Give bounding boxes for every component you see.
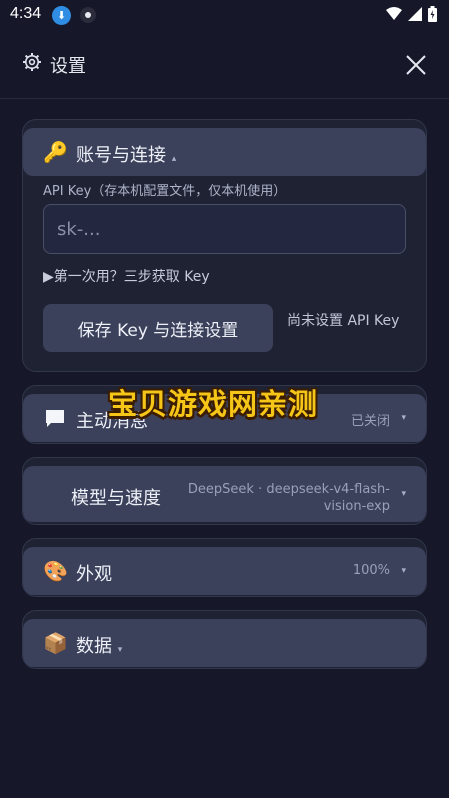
account-connection-section: 🔑 账号与连接 ▴ API Key（存本机配置文件，仅本机使用） ▶第一次用？三… bbox=[22, 119, 427, 372]
record-icon bbox=[80, 7, 96, 23]
save-key-button[interactable]: 保存 Key 与连接设置 bbox=[43, 304, 273, 352]
model-speed-value: DeepSeek · deepseek-v4-flash- vision-exp bbox=[188, 481, 390, 515]
chevron-up-icon: ▴ bbox=[171, 154, 177, 164]
appearance-header[interactable]: 🎨 外观 100% ▾ bbox=[23, 547, 426, 595]
key-status-text: 尚未设置 API Key bbox=[287, 313, 400, 329]
chevron-down-icon: ▾ bbox=[401, 566, 406, 576]
close-icon[interactable] bbox=[405, 54, 427, 76]
chevron-down-icon: ▾ bbox=[401, 413, 406, 423]
chevron-down-icon: ▾ bbox=[401, 489, 406, 499]
palette-icon: 🎨 bbox=[43, 559, 68, 583]
api-key-input[interactable] bbox=[43, 204, 406, 254]
battery-icon bbox=[428, 6, 437, 22]
package-icon: 📦 bbox=[43, 631, 68, 655]
chevron-down-icon: ▾ bbox=[117, 645, 123, 655]
appearance-title: 外观 bbox=[76, 564, 112, 585]
model-speed-header[interactable]: 模型与速度 DeepSeek · deepseek-v4-flash- visi… bbox=[23, 466, 426, 522]
status-time: 4:34 bbox=[10, 5, 42, 22]
page-title: 设置 bbox=[50, 56, 86, 77]
data-title: 数据 bbox=[76, 636, 112, 657]
data-section: 📦 数据 ▾ bbox=[22, 610, 427, 669]
watermark-text: 宝贝游戏网亲测 bbox=[108, 387, 319, 421]
proactive-message-value: 已关闭 bbox=[350, 414, 390, 429]
api-key-label: API Key（存本机配置文件，仅本机使用） bbox=[43, 184, 287, 199]
model-name-line2: vision-exp bbox=[323, 499, 390, 514]
status-bar: 4:34 ⬇ bbox=[0, 0, 449, 30]
model-speed-title: 模型与速度 bbox=[71, 488, 161, 509]
chat-bubble-icon bbox=[46, 410, 64, 427]
first-time-hint-toggle[interactable]: ▶第一次用？三步获取 Key bbox=[43, 266, 210, 286]
section-title: 数据 ▾ bbox=[76, 632, 122, 658]
account-connection-title: 账号与连接 bbox=[76, 145, 166, 166]
key-icon: 🔑 bbox=[43, 140, 68, 164]
model-name-line1: DeepSeek · deepseek-v4-flash- bbox=[187, 482, 390, 497]
settings-header: 设置 bbox=[0, 30, 449, 99]
data-header[interactable]: 📦 数据 ▾ bbox=[23, 619, 426, 667]
gear-icon bbox=[23, 53, 41, 71]
account-connection-header[interactable]: 🔑 账号与连接 ▴ bbox=[23, 128, 426, 176]
download-icon: ⬇ bbox=[52, 6, 71, 25]
model-speed-section: 模型与速度 DeepSeek · deepseek-v4-flash- visi… bbox=[22, 457, 427, 525]
status-right-icons bbox=[386, 6, 437, 22]
appearance-section: 🎨 外观 100% ▾ bbox=[22, 538, 427, 597]
signal-icon bbox=[408, 7, 422, 21]
appearance-value: 100% bbox=[352, 563, 390, 578]
wifi-icon bbox=[386, 7, 402, 20]
section-title: 账号与连接 ▴ bbox=[76, 141, 176, 167]
